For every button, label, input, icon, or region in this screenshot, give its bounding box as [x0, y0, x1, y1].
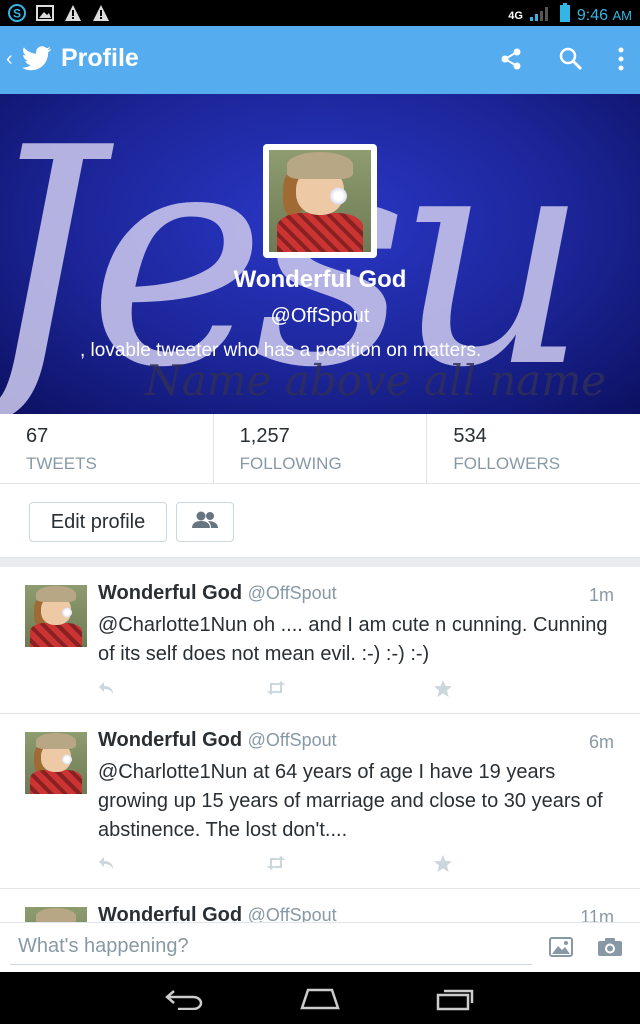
tweet-timestamp: 1m: [588, 585, 614, 605]
tweet-header: Wonderful God @OffSpout: [98, 729, 337, 752]
tweet[interactable]: Wonderful God @OffSpout 6m @Charlotte1Nu…: [0, 714, 640, 889]
tweet-author-name: Wonderful God: [98, 904, 243, 922]
tweet-author-name: Wonderful God: [98, 729, 243, 751]
stat-tweets[interactable]: 67 TWEETS: [0, 414, 214, 483]
tweet-text: @Charlotte1Nun oh .... and I am cute n c…: [98, 614, 608, 665]
reply-icon[interactable]: [98, 852, 266, 874]
warning-icon: [92, 4, 110, 22]
tweet-header: Wonderful God @OffSpout: [98, 904, 337, 922]
stat-followers[interactable]: 534 FOLLOWERS: [427, 414, 640, 483]
signal-icon: [529, 4, 553, 27]
tweet-text: @Charlotte1Nun at 64 years of age I have…: [98, 761, 603, 841]
stat-number: 534: [453, 425, 487, 447]
skype-icon: S: [8, 4, 26, 22]
status-bar-notifications: S: [8, 4, 110, 22]
tweet[interactable]: Wonderful God @OffSpout 1m @Charlotte1Nu…: [0, 567, 640, 714]
tweet-timestamp: 6m: [588, 732, 614, 752]
profile-stats: 67 TWEETS 1,257 FOLLOWING 534 FOLLOWERS: [0, 414, 640, 484]
stat-label: FOLLOWING: [239, 454, 342, 473]
tweet-author-handle: @OffSpout: [247, 583, 337, 603]
camera-icon[interactable]: [597, 937, 623, 962]
stat-following[interactable]: 1,257 FOLLOWING: [214, 414, 428, 483]
tweet-actions: [98, 852, 602, 874]
status-bar: S 4G 9:46 AM: [0, 0, 640, 26]
network-type: 4G: [508, 9, 523, 22]
battery-icon: [559, 3, 571, 28]
tweet-timeline: Wonderful God @OffSpout 1m @Charlotte1Nu…: [0, 567, 640, 922]
stat-label: FOLLOWERS: [453, 454, 561, 473]
status-bar-system: 4G 9:46 AM: [508, 3, 632, 28]
search-icon[interactable]: [556, 44, 586, 74]
tweet-author-name: Wonderful God: [98, 582, 243, 604]
photo-icon[interactable]: [549, 937, 573, 962]
tweet-author-handle: @OffSpout: [247, 730, 337, 750]
home-icon[interactable]: [298, 986, 342, 1012]
profile-header: Jesu Name above all name Wonderful God @…: [0, 94, 640, 414]
tweet-actions: [98, 677, 602, 699]
page-title: Profile: [61, 44, 139, 72]
svg-text:S: S: [13, 7, 21, 21]
stat-number: 67: [26, 425, 49, 447]
profile-avatar[interactable]: [263, 144, 377, 258]
profile-bio: , lovable tweeter who has a position on …: [80, 340, 482, 361]
favorite-icon[interactable]: [434, 677, 602, 699]
tweet-avatar[interactable]: [25, 907, 87, 922]
clock: 9:46 AM: [576, 6, 632, 24]
stat-label: TWEETS: [26, 454, 97, 473]
tweet-author-handle: @OffSpout: [247, 905, 337, 922]
profile-handle: @OffSpout: [270, 305, 370, 327]
tweet-header: Wonderful God @OffSpout: [98, 582, 337, 605]
edit-profile-button[interactable]: Edit profile: [29, 502, 167, 542]
tweet[interactable]: Wonderful God @OffSpout 11m: [0, 889, 640, 922]
avatar-photo: [269, 150, 371, 252]
compose-tweet-input[interactable]: [10, 929, 532, 965]
retweet-icon[interactable]: [266, 677, 434, 699]
action-bar-actions: [496, 44, 626, 74]
share-icon[interactable]: [496, 44, 526, 74]
system-navigation-bar: [0, 972, 640, 1024]
overflow-menu-icon[interactable]: [616, 44, 626, 74]
tweet-timestamp: 11m: [580, 907, 614, 922]
tweet-avatar[interactable]: [25, 732, 87, 794]
stat-number: 1,257: [239, 425, 290, 447]
profile-name: Wonderful God: [233, 266, 407, 293]
recent-apps-icon[interactable]: [434, 986, 478, 1012]
favorite-icon[interactable]: [434, 852, 602, 874]
retweet-icon[interactable]: [266, 852, 434, 874]
twitter-bird-icon[interactable]: [21, 46, 52, 77]
up-navigation-icon[interactable]: ‹: [6, 48, 13, 71]
compose-bar: [0, 922, 640, 972]
back-icon[interactable]: [162, 986, 206, 1012]
gallery-icon: [36, 4, 54, 22]
profile-actions: Edit profile: [0, 484, 640, 558]
warning-icon: [64, 4, 82, 22]
tweet-avatar[interactable]: [25, 585, 87, 647]
action-bar: ‹ Profile: [0, 26, 640, 94]
header-image-subtitle: Name above all name: [145, 356, 606, 405]
people-button[interactable]: [176, 502, 234, 542]
people-icon: [191, 511, 219, 534]
reply-icon[interactable]: [98, 677, 266, 699]
